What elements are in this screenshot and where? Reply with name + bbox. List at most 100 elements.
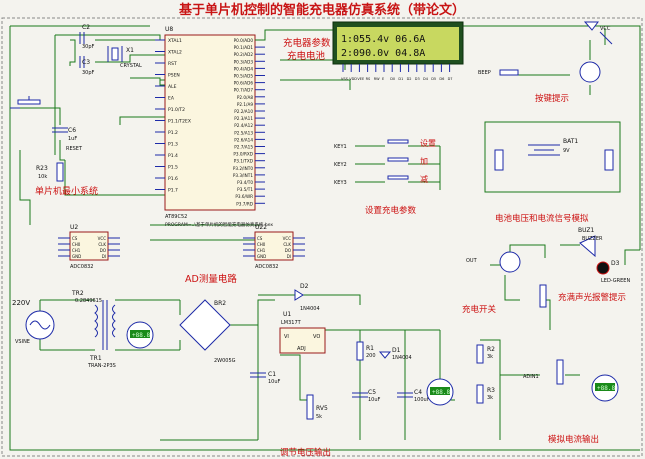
vcc-top-label: VCC	[600, 26, 611, 32]
mcu-right-pin: P3.0/RXD	[233, 152, 253, 157]
mcu-right-pin: P0.5/AD5	[234, 74, 254, 79]
bat-val: 9V	[563, 148, 570, 154]
charge-switch-label: 充电开关	[462, 304, 497, 315]
mcu-right-pin: P3.5/T1	[237, 187, 253, 192]
c1-val: 10uF	[268, 379, 281, 385]
mcu-left-pin: P1.0/T2	[168, 107, 185, 113]
mcu-left-pin: P1.1/T2EX	[168, 119, 191, 125]
page-title: 基于单片机控制的智能充电器仿真系统（带论文）	[178, 2, 465, 18]
mcu-right-pin: P0.0/AD0	[234, 38, 254, 43]
lcd-pin-label: D4	[423, 77, 429, 81]
c2-value: 30pF	[82, 44, 95, 50]
mcu-ref: U8	[165, 26, 173, 33]
mcu-right-pin: P2.1/A9	[237, 102, 253, 107]
adc-pin-r: CLK	[283, 242, 291, 247]
lcd-pin-label: RS	[366, 77, 371, 81]
adc-ref: U22	[255, 224, 267, 231]
rv5-val: 5k	[316, 414, 322, 420]
key-add-label: 加	[420, 156, 428, 166]
d1-part: 1N4004	[392, 355, 412, 361]
mcu-right-pin: P0.4/AD4	[234, 66, 254, 71]
mcu-right-pin: P0.1/AD1	[234, 45, 254, 50]
lcd-line1: 1:055.4v 06.6A	[341, 34, 425, 45]
key-net-label: KEY3	[334, 180, 347, 186]
key-net-label: KEY1	[334, 144, 347, 150]
rv5-label: RV5	[316, 405, 328, 412]
lcd-pin-label: D2	[407, 77, 412, 81]
params-label: 充电器参数	[283, 37, 331, 49]
adc-pin-r: VCC	[98, 236, 107, 241]
mcu-right-pin: P3.3/INT1	[233, 173, 254, 178]
adc-pin-l: GND	[257, 254, 266, 259]
lcd-pin-label: D6	[439, 77, 444, 81]
vsine-label: VSINE	[15, 339, 30, 345]
key-prompt-label: 按键提示	[535, 93, 569, 104]
adc-part: ADC0832	[255, 264, 279, 270]
d2-label: D2	[300, 283, 309, 290]
adc-pin-r: DI	[102, 254, 106, 259]
adc-pin-l: CS	[72, 236, 78, 241]
mcu-right-pin: P0.2/AD2	[234, 52, 254, 57]
tr1-label: TR1	[89, 355, 102, 362]
vm2-value: +88.8	[432, 389, 450, 396]
adc-pin-r: VCC	[283, 236, 292, 241]
vm3-value: +88.8	[597, 385, 615, 392]
d1-label: D1	[392, 347, 401, 354]
c5-label: C5	[368, 389, 376, 396]
r1-val: 200	[366, 353, 376, 359]
key-transistor	[579, 61, 601, 83]
lcd-pin-label: E	[382, 77, 384, 81]
c2-label: C2	[82, 24, 90, 31]
r23-value: 10k	[38, 174, 47, 180]
adc-pin-l: CH0	[257, 242, 266, 247]
mcu-left-pin: P1.6	[168, 176, 178, 182]
regulate-out-label: 调节电压输出	[280, 447, 331, 458]
full-alarm-label: 充满声光报警提示	[558, 292, 626, 303]
r23-label: R23	[36, 165, 48, 172]
mcu-left-pin: XTAL2	[168, 50, 182, 56]
tr2-val: 0.2849615	[75, 298, 102, 304]
lcd-pin-label: RW	[374, 77, 380, 81]
schematic-svg: 基于单片机控制的智能充电器仿真系统（带论文） C2 30pF C3 30pF X…	[1, 2, 643, 458]
c5-val: 10uF	[368, 397, 381, 403]
battery-label: 充电电池	[287, 50, 326, 62]
bat-sim-frame	[484, 121, 621, 193]
adc-pin-l: GND	[72, 254, 81, 259]
min-system-label: 单片机最小系统	[35, 185, 98, 197]
key-button[interactable]	[387, 175, 409, 180]
mcu-right-pin: P0.3/AD3	[234, 59, 254, 64]
mcu-right-pin: P3.7/RD	[236, 201, 253, 206]
r3-val: 3k	[487, 395, 493, 401]
tr1-part: TRAN-2P3S	[87, 363, 116, 369]
lcd-pin-label: D5	[431, 77, 436, 81]
adc-ref: U2	[70, 224, 78, 231]
mcu-right-pin: P3.4/T0	[237, 180, 253, 185]
key-button[interactable]	[387, 157, 409, 162]
vm1-value: +88.8	[132, 332, 150, 339]
c4-val: 100uF	[414, 397, 430, 403]
mcu-left-pin: RST	[168, 61, 177, 67]
mcu-right-pin: P2.6/A14	[234, 137, 253, 142]
r1-label: R1	[366, 345, 374, 352]
adc-part: ADC0832	[70, 264, 94, 270]
r2-val: 3k	[487, 354, 493, 360]
buz-part: BUZZER	[582, 236, 603, 242]
set-params-label: 设置充电参数	[365, 205, 417, 216]
adc-pin-l: CH0	[72, 242, 81, 247]
mcu-right-pin: P2.5/A13	[234, 130, 253, 135]
adc-pin-l: CH1	[72, 248, 81, 253]
key-button[interactable]	[387, 139, 409, 144]
tr2-label: TR2	[71, 290, 84, 297]
mcu-left-pin: ALE	[168, 84, 177, 90]
lcd-line2: 2:090.0v 04.8A	[341, 48, 425, 59]
source-label: 220V	[12, 299, 30, 307]
mcu-left-pin: PSEN	[168, 73, 180, 79]
rv5-pot[interactable]	[306, 394, 314, 420]
rv1-pot[interactable]	[556, 359, 564, 385]
br-label: BR2	[214, 300, 226, 307]
out-net: OUT	[466, 258, 478, 264]
adc-pin-r: CLK	[98, 242, 106, 247]
c3-value: 30pF	[82, 70, 95, 76]
sim-signal-label: 电池电压和电流信号模拟	[495, 213, 589, 224]
sim-current-label: 模拟电流输出	[548, 434, 599, 445]
